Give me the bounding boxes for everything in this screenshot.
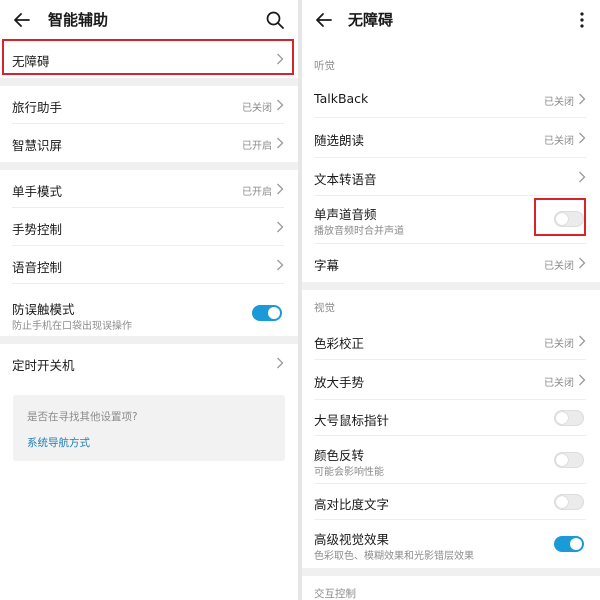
menu-item-captions[interactable]: 字幕 已关闭: [302, 244, 600, 282]
menu-item-advanced-visual-effects: 高级视觉效果 色彩取色、模糊效果和光影错层效果: [302, 520, 600, 568]
menu-item-high-contrast-text: 高对比度文字: [302, 484, 600, 520]
back-arrow-icon[interactable]: [12, 10, 32, 30]
page-title: 无障碍: [348, 11, 394, 29]
chevron-right-icon: [276, 137, 284, 149]
menu-item-label: 语音控制: [12, 260, 63, 275]
status-value: 已关闭: [242, 103, 272, 114]
menu-item-label: 单手模式: [12, 184, 63, 199]
menu-item-label: 放大手势: [314, 375, 365, 390]
menu-item-gesture-control[interactable]: 手势控制: [0, 208, 298, 246]
top-app-bar: 无障碍: [302, 0, 600, 40]
system-navigation-link[interactable]: 系统导航方式: [27, 435, 90, 450]
status-value: 已开启: [242, 187, 272, 198]
menu-item-label: 防误触模式: [12, 302, 75, 317]
menu-item-label: 字幕: [314, 258, 340, 273]
chevron-right-icon: [276, 357, 284, 369]
section-header-vision: 视觉: [314, 302, 335, 314]
back-arrow-icon[interactable]: [314, 10, 334, 30]
menu-item-label: TalkBack: [314, 91, 369, 106]
chevron-right-icon: [276, 259, 284, 271]
menu-item-color-correction[interactable]: 色彩校正 已关闭: [302, 322, 600, 360]
menu-item-label: 色彩校正: [314, 336, 365, 351]
section-separator: [0, 78, 298, 86]
menu-item-select-to-speak[interactable]: 随选朗读 已关闭: [302, 118, 600, 158]
menu-item-label: 手势控制: [12, 222, 63, 237]
highlight-box: [534, 198, 586, 236]
chevron-right-icon: [276, 183, 284, 195]
help-card: 是否在寻找其他设置项? 系统导航方式: [13, 395, 285, 461]
toggle-knob: [570, 538, 582, 550]
chevron-right-icon: [578, 171, 586, 183]
menu-item-voice-control[interactable]: 语音控制: [0, 246, 298, 284]
menu-item-label: 文本转语音: [314, 172, 377, 187]
menu-item-label: 定时开关机: [12, 358, 75, 373]
menu-item-subtitle: 防止手机在口袋出现误操作: [12, 321, 132, 332]
menu-item-large-pointer: 大号鼠标指针: [302, 400, 600, 436]
more-vertical-icon[interactable]: [572, 10, 592, 30]
smart-assist-screen: 智能辅助 无障碍 旅行助手 已关闭 智慧识屏 已开启 单手模式 已开启 手势控制: [0, 0, 298, 600]
high-contrast-toggle[interactable]: [554, 494, 584, 510]
menu-item-color-inversion: 颜色反转 可能会影响性能: [302, 436, 600, 484]
chevron-right-icon: [578, 93, 586, 105]
menu-item-one-hand-mode[interactable]: 单手模式 已开启: [0, 170, 298, 208]
section-separator: [0, 336, 298, 344]
menu-item-label: 高对比度文字: [314, 497, 390, 512]
highlight-box: [2, 39, 294, 75]
section-separator: [302, 568, 600, 576]
chevron-right-icon: [276, 99, 284, 111]
advanced-visual-toggle[interactable]: [554, 536, 584, 552]
menu-item-anti-mistouch: 防误触模式 防止手机在口袋出现误操作: [0, 284, 298, 336]
menu-item-talkback[interactable]: TalkBack 已关闭: [302, 80, 600, 118]
menu-item-label: 大号鼠标指针: [314, 413, 390, 428]
section-header-interaction: 交互控制: [314, 588, 356, 600]
toggle-knob: [556, 412, 568, 424]
menu-item-label: 高级视觉效果: [314, 532, 390, 547]
menu-item-label: 旅行助手: [12, 100, 63, 115]
menu-item-subtitle: 播放音频时合并声道: [314, 226, 404, 237]
section-separator: [302, 282, 600, 290]
chevron-right-icon: [578, 335, 586, 347]
menu-item-label: 单声道音频: [314, 207, 377, 222]
menu-item-magnification[interactable]: 放大手势 已关闭: [302, 360, 600, 400]
toggle-knob: [556, 496, 568, 508]
search-icon[interactable]: [264, 9, 286, 31]
chevron-right-icon: [578, 132, 586, 144]
help-question: 是否在寻找其他设置项?: [27, 411, 138, 423]
status-value: 已关闭: [544, 97, 574, 108]
section-header-hearing: 听觉: [314, 60, 335, 72]
menu-item-label: 智慧识屏: [12, 138, 63, 153]
chevron-right-icon: [578, 257, 586, 269]
status-value: 已关闭: [544, 378, 574, 389]
section-separator: [0, 162, 298, 170]
menu-item-smart-screen[interactable]: 智慧识屏 已开启: [0, 124, 298, 162]
page-title: 智能辅助: [48, 11, 109, 29]
color-inversion-toggle[interactable]: [554, 452, 584, 468]
status-value: 已关闭: [544, 339, 574, 350]
accessibility-screen: 无障碍 听觉 TalkBack 已关闭 随选朗读 已关闭 文本转语音 单声道音频…: [302, 0, 600, 600]
status-value: 已关闭: [544, 261, 574, 272]
top-app-bar: 智能辅助: [0, 0, 298, 40]
menu-item-subtitle: 色彩取色、模糊效果和光影错层效果: [314, 551, 474, 562]
menu-item-subtitle: 可能会影响性能: [314, 467, 384, 478]
menu-item-travel-assistant[interactable]: 旅行助手 已关闭: [0, 86, 298, 124]
menu-item-text-to-speech[interactable]: 文本转语音: [302, 158, 600, 196]
chevron-right-icon: [276, 221, 284, 233]
menu-item-label: 颜色反转: [314, 448, 365, 463]
status-value: 已关闭: [544, 136, 574, 147]
chevron-right-icon: [578, 374, 586, 386]
menu-item-label: 随选朗读: [314, 133, 365, 148]
large-pointer-toggle[interactable]: [554, 410, 584, 426]
anti-mistouch-toggle[interactable]: [252, 305, 282, 321]
toggle-knob: [556, 454, 568, 466]
status-value: 已开启: [242, 141, 272, 152]
toggle-knob: [268, 307, 280, 319]
menu-item-scheduled-power[interactable]: 定时开关机: [0, 344, 298, 382]
